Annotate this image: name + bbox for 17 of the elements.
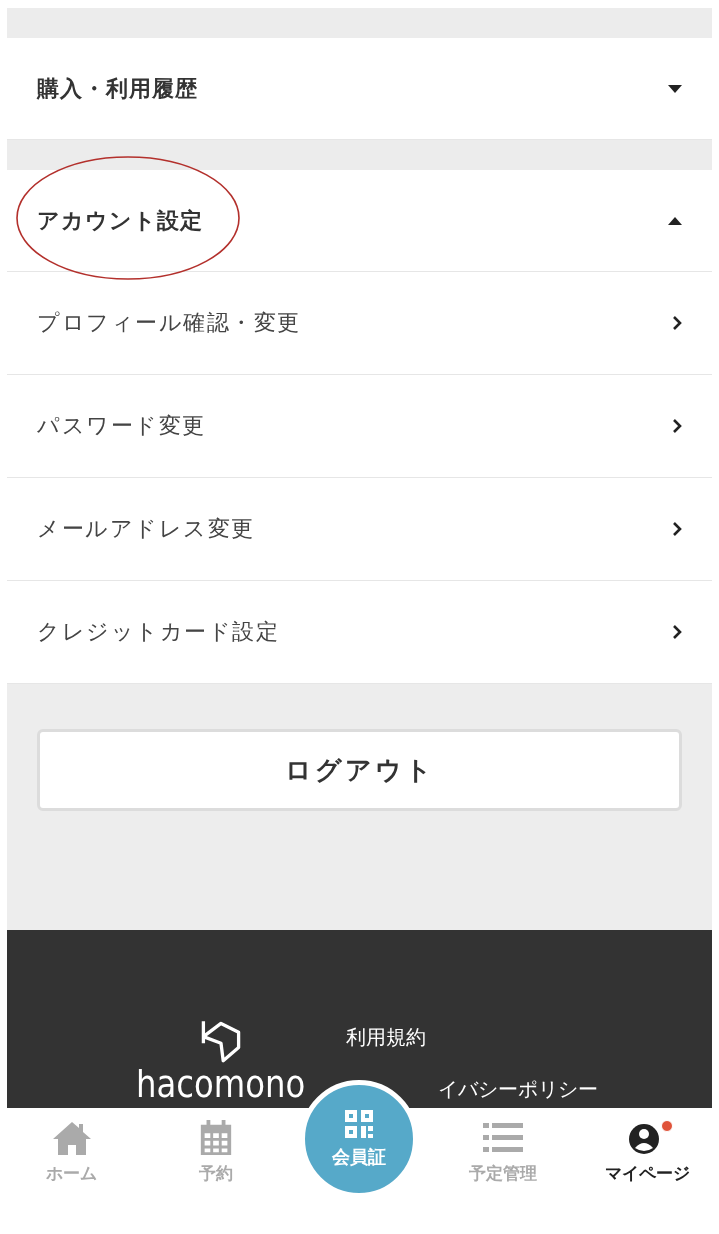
qr-code-icon <box>344 1109 375 1139</box>
footer-link[interactable]: イバシーポリシー <box>438 1076 599 1103</box>
chevron-right-icon <box>672 419 682 433</box>
expand-caret-icon[interactable] <box>668 84 682 93</box>
home-icon <box>51 1120 92 1156</box>
chevron-right-icon <box>672 522 682 536</box>
menu-item[interactable]: プロフィール確認・変更 <box>7 272 712 375</box>
chevron-right-icon <box>672 316 682 330</box>
menu-item[interactable]: パスワード変更 <box>7 375 712 478</box>
logout-button[interactable]: ログアウト <box>37 729 682 811</box>
collapse-caret-icon[interactable] <box>668 216 682 225</box>
section-title: アカウント設定 <box>37 206 203 235</box>
nav-tab[interactable]: マイページ <box>575 1108 719 1188</box>
chevron-right-icon <box>672 625 682 639</box>
footer-link[interactable]: 利用規約 <box>346 1024 599 1051</box>
menu-item[interactable]: メールアドレス変更 <box>7 478 712 581</box>
section-title: 購入・利用履歴 <box>37 74 198 103</box>
